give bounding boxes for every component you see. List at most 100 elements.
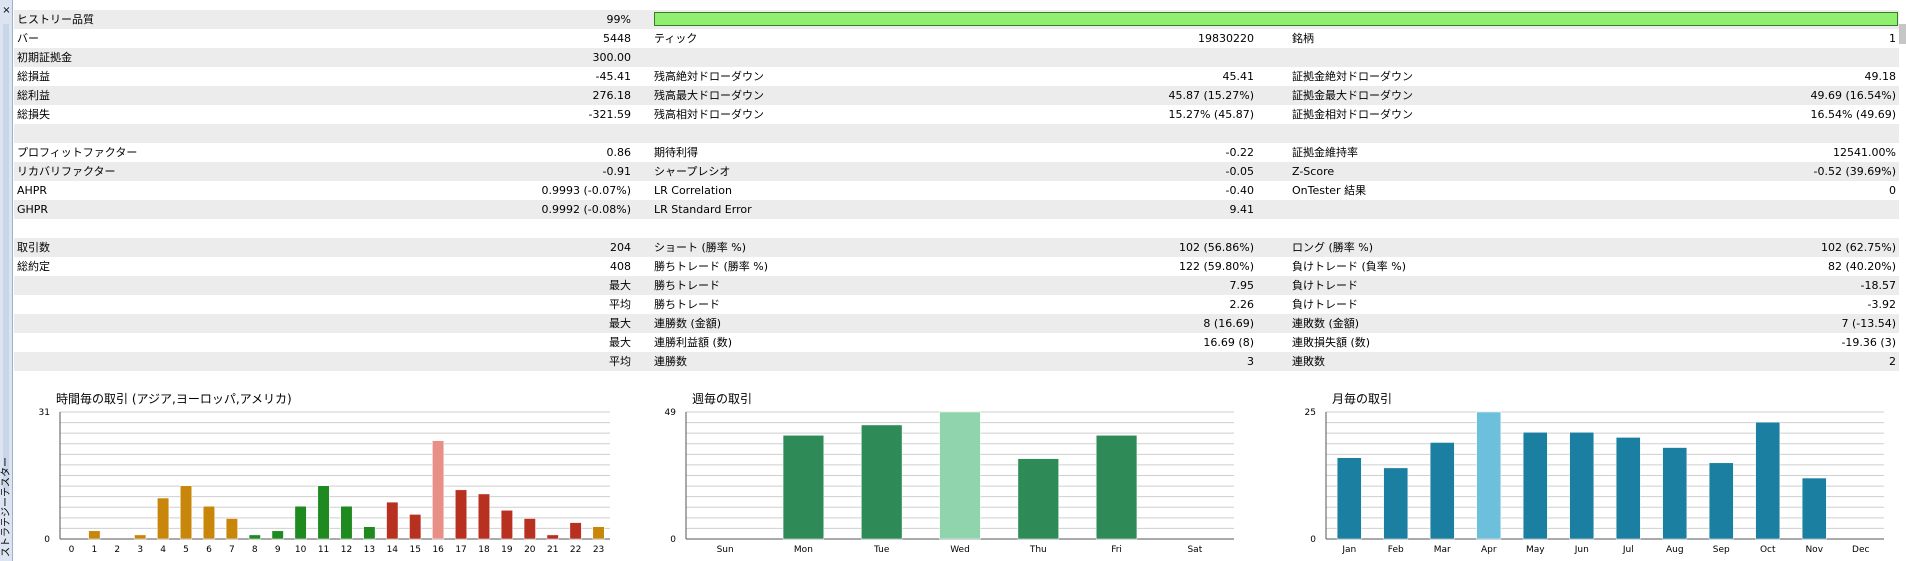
stat-label: 証拠金維持率 bbox=[1292, 146, 1358, 159]
stat-label: ティック bbox=[654, 32, 698, 45]
panel-title: ストラテジーテスター bbox=[1, 457, 12, 557]
stat-label: シャープレシオ bbox=[654, 165, 731, 178]
bar-4 bbox=[157, 497, 170, 540]
x-tick-label: 9 bbox=[275, 545, 281, 555]
stat-value: 16.54% (49.69) bbox=[1810, 108, 1896, 121]
x-tick-label: 15 bbox=[409, 545, 420, 555]
y-tick-label: 0 bbox=[670, 535, 676, 545]
scrollbar-thumb[interactable] bbox=[1899, 24, 1906, 44]
stat-value: 9.41 bbox=[1229, 203, 1255, 216]
stat-value: -0.40 bbox=[1225, 184, 1254, 197]
x-tick-label: 14 bbox=[387, 545, 399, 555]
stats-row: リカバリファクター -0.91 シャープレシオ -0.05 Z-Score -0.52 (… bbox=[14, 162, 1899, 181]
stat-label: GHPR bbox=[17, 203, 49, 216]
bar-11 bbox=[317, 485, 330, 540]
stats-row: AHPR 0.9993 (-0.07%) LR Correlation -0.40 On… bbox=[14, 181, 1899, 200]
stats-row bbox=[14, 371, 1899, 390]
x-tick-label: 3 bbox=[137, 545, 143, 555]
bar-23 bbox=[592, 526, 605, 540]
stat-value: -321.59 bbox=[588, 108, 631, 121]
stat-label: 銘柄 bbox=[1292, 32, 1314, 45]
x-tick-label: Aug bbox=[1666, 545, 1684, 555]
stat-label: 勝ちトレード (勝率 %) bbox=[654, 260, 769, 273]
stat-value: 45.41 bbox=[1222, 70, 1255, 83]
bar-Apr bbox=[1476, 411, 1502, 540]
stat-sublabel: 最大 bbox=[609, 279, 631, 292]
hourly-trades-chart: 0 31 0 1 2 3 4 5 6 7 8 9 10 11 12 13 14 15 16 17 18 19 20 21 22 2… bbox=[14, 390, 619, 561]
stat-label: LR Correlation bbox=[654, 184, 732, 197]
weekly-chart-title: 週毎の取引 bbox=[692, 392, 753, 406]
x-tick-label: 8 bbox=[252, 545, 258, 555]
stat-value: 99% bbox=[606, 13, 631, 26]
x-tick-label: 19 bbox=[501, 545, 513, 555]
stat-value: 2 bbox=[1889, 355, 1896, 368]
stat-label: 残高相対ドローダウン bbox=[654, 108, 764, 121]
x-tick-label: 16 bbox=[432, 545, 444, 555]
x-tick-label: Fri bbox=[1111, 545, 1122, 555]
stat-value: 45.87 (15.27%) bbox=[1168, 89, 1254, 102]
history-quality-bar bbox=[654, 12, 1898, 26]
x-tick-label: Wed bbox=[950, 545, 970, 555]
x-tick-label: 13 bbox=[364, 545, 375, 555]
stat-label: 初期証拠金 bbox=[17, 51, 72, 64]
stats-row bbox=[14, 219, 1899, 238]
bar-6 bbox=[202, 505, 215, 540]
bar-Wed bbox=[939, 411, 981, 540]
y-tick-label: 0 bbox=[44, 535, 50, 545]
stat-label: 連敗損失額 (数) bbox=[1292, 336, 1371, 349]
x-tick-label: 12 bbox=[341, 545, 352, 555]
x-tick-label: Sep bbox=[1713, 545, 1730, 555]
bar-15 bbox=[409, 514, 422, 540]
stat-value: 49.18 bbox=[1864, 70, 1897, 83]
x-tick-label: 21 bbox=[547, 545, 558, 555]
bar-chart-svg: 0310 1 2 3 4 5 6 7 8 9 10 11 12 13 14 15 16 17 18 19 20 21 22 2… bbox=[39, 408, 610, 555]
stat-value: 408 bbox=[610, 260, 631, 273]
stat-label: リカバリファクター bbox=[17, 165, 116, 178]
stat-value: 3 bbox=[1247, 355, 1254, 368]
weekly-trades-chart: 0 49 Sun Mon Tue Wed Thu Fri Sat 週毎の取引 bbox=[640, 390, 1240, 561]
stat-value: 300.00 bbox=[592, 51, 632, 64]
stat-value: -18.57 bbox=[1860, 279, 1896, 292]
stat-label: 証拠金絶対ドローダウン bbox=[1292, 70, 1413, 83]
close-icon[interactable]: × bbox=[1, 5, 12, 16]
stat-value: -45.41 bbox=[595, 70, 631, 83]
stat-value: 7.95 bbox=[1229, 279, 1255, 292]
x-tick-label: 20 bbox=[524, 545, 536, 555]
bar-Fri bbox=[1095, 435, 1138, 540]
stat-label: AHPR bbox=[17, 184, 48, 197]
bar-18 bbox=[477, 493, 490, 540]
bar-13 bbox=[363, 526, 376, 540]
x-tick-label: Sun bbox=[717, 545, 734, 555]
stat-label: 取引数 bbox=[17, 241, 50, 254]
stat-label: 負けトレード (負率 %) bbox=[1292, 260, 1407, 273]
stats-row: ヒストリー品質 99% bbox=[14, 10, 1899, 29]
bar-Jul bbox=[1615, 437, 1641, 540]
bar-Mar bbox=[1429, 442, 1455, 540]
stat-label: 連敗数 (金額) bbox=[1292, 317, 1360, 330]
stat-label: 連勝数 (金額) bbox=[654, 317, 722, 330]
stats-row: 総損益 -45.41 残高絶対ドローダウン 45.41 証拠金絶対ドローダウン 49.18 bbox=[14, 67, 1899, 86]
stats-row: 総損失 -321.59 残高相対ドローダウン 15.27% (45.87) 証拠金相対ド… bbox=[14, 105, 1899, 124]
stats-row: GHPR 0.9992 (-0.08%) LR Standard Error 9.41 bbox=[14, 200, 1899, 219]
x-tick-label: Nov bbox=[1805, 545, 1823, 555]
stat-value: 102 (62.75%) bbox=[1820, 241, 1896, 254]
y-tick-label: 31 bbox=[39, 408, 50, 418]
bar-5 bbox=[180, 485, 193, 540]
stat-label: 勝ちトレード bbox=[654, 298, 720, 311]
bar-14 bbox=[386, 501, 399, 540]
stat-label: 証拠金最大ドローダウン bbox=[1292, 89, 1413, 102]
stats-row: 総約定 408 勝ちトレード (勝率 %) 122 (59.80%) 負けトレード (負… bbox=[14, 257, 1899, 276]
x-tick-label: Thu bbox=[1029, 545, 1047, 555]
stat-value: 19830220 bbox=[1198, 32, 1254, 45]
stat-sublabel: 平均 bbox=[609, 298, 631, 311]
x-tick-label: Jun bbox=[1574, 545, 1589, 555]
bar-Oct bbox=[1755, 421, 1781, 540]
stat-label: ショート (勝率 %) bbox=[654, 241, 747, 254]
bar-chart-svg: 0 49 Sun Mon Tue Wed Thu Fri Sat bbox=[665, 408, 1234, 555]
stat-sublabel: 最大 bbox=[609, 336, 631, 349]
stats-row: 最大 連勝数 (金額) 8 (16.69) 連敗数 (金額) 7 (-13.54) bbox=[14, 314, 1899, 333]
stats-row: 平均 勝ちトレード 2.26 負けトレード -3.92 bbox=[14, 295, 1899, 314]
stat-label: 残高絶対ドローダウン bbox=[654, 70, 764, 83]
x-tick-label: 17 bbox=[455, 545, 466, 555]
bar-8 bbox=[248, 534, 261, 540]
